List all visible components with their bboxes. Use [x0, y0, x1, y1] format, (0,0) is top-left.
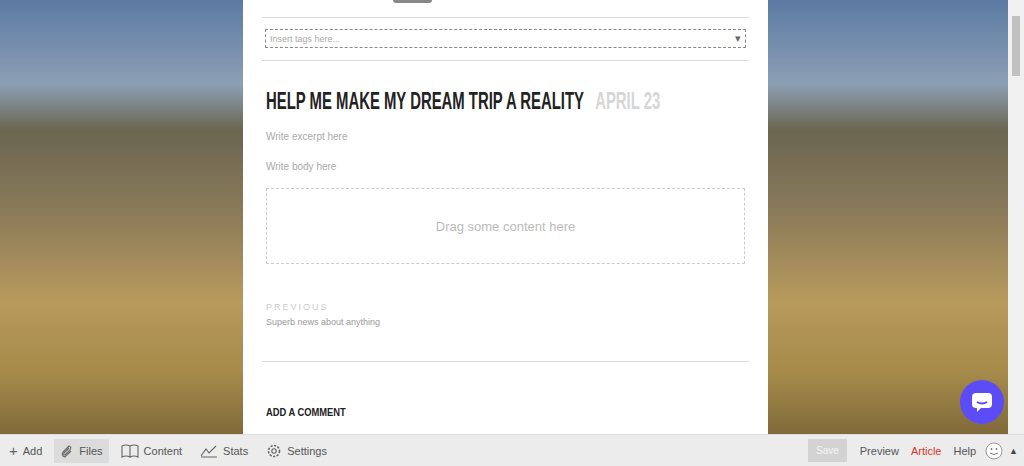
- drop-zone[interactable]: Drag some content here: [266, 188, 745, 264]
- menu-arrow[interactable]: ▲: [1009, 446, 1018, 456]
- title-row: HELP ME MAKE MY DREAM TRIP A REALITY APRI…: [266, 87, 745, 115]
- stats-icon: [200, 444, 218, 458]
- scrollbar[interactable]: [1008, 0, 1024, 434]
- gear-icon: [266, 443, 282, 459]
- article-date: APRIL 23: [595, 87, 660, 115]
- page: Insert tags here...▾ HELP ME MAKE MY DREA…: [0, 0, 1024, 466]
- divider: [262, 361, 749, 362]
- toolbar-item[interactable]: Content: [115, 439, 189, 463]
- previous-link[interactable]: Superb news about anything: [266, 317, 745, 327]
- toolbar-link[interactable]: Preview: [857, 445, 902, 457]
- comment-heading: ADD A COMMENT: [266, 406, 673, 418]
- toolbar-item[interactable]: Stats: [194, 439, 254, 463]
- paperclip-icon: [60, 444, 74, 458]
- toolbar-link[interactable]: Article: [908, 445, 945, 457]
- article-title[interactable]: HELP ME MAKE MY DREAM TRIP A REALITY: [266, 87, 584, 115]
- toolbar-item[interactable]: Files: [54, 439, 108, 463]
- tags-input[interactable]: Insert tags here...▾: [265, 29, 746, 48]
- toolbar-link[interactable]: Help: [950, 445, 979, 457]
- book-icon: [121, 444, 139, 458]
- toolbar-item[interactable]: +Add: [3, 438, 48, 463]
- top-tab: [393, 0, 432, 3]
- previous-label: PREVIOUS: [266, 302, 745, 312]
- avatar-icon[interactable]: [985, 442, 1003, 460]
- scrollbar-thumb[interactable]: [1012, 16, 1020, 76]
- toolbar-item[interactable]: Settings: [260, 438, 333, 464]
- excerpt-field[interactable]: Write excerpt here: [266, 131, 749, 142]
- bottom-toolbar: +AddFiles ContentStatsSettings Save Preview…: [0, 434, 1024, 466]
- save-button[interactable]: Save: [808, 439, 847, 462]
- chat-button[interactable]: [960, 380, 1004, 424]
- body-field[interactable]: Write body here: [266, 161, 749, 172]
- divider: [262, 17, 749, 18]
- article-panel: Insert tags here...▾ HELP ME MAKE MY DREA…: [243, 0, 768, 434]
- divider: [262, 60, 749, 61]
- chat-icon: [971, 392, 993, 412]
- dropdown-icon[interactable]: ▾: [735, 32, 741, 45]
